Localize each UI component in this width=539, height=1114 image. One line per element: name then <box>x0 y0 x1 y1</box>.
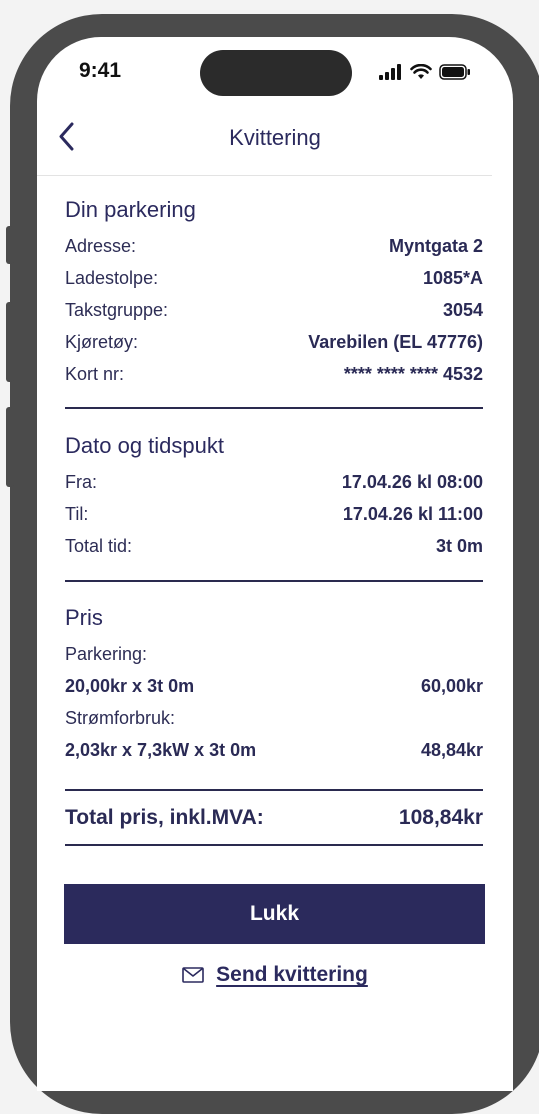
screen: 9:41 Kvittering Din parkering Adresse: M… <box>37 37 513 1091</box>
power-price-label: Strømforbruk: <box>65 708 176 728</box>
row-value: 17.04.26 kl 11:00 <box>342 504 483 524</box>
row-value: 3054 <box>442 300 483 320</box>
side-button-volume-up <box>6 302 14 382</box>
close-button[interactable]: Lukk <box>64 884 485 944</box>
row-label: Til: <box>65 504 89 524</box>
detail-row-total-time: Total tid: 3t 0m <box>65 530 483 562</box>
nav-header: Kvittering <box>37 109 513 175</box>
row-label: Adresse: <box>65 236 137 256</box>
parking-price-row: 20,00kr x 3t 0m 60,00kr <box>65 670 483 702</box>
price-section: Pris Parkering: 20,00kr x 3t 0m 60,00kr … <box>65 598 483 766</box>
row-value: 17.04.26 kl 08:00 <box>341 472 483 492</box>
detail-row-from: Fra: 17.04.26 kl 08:00 <box>65 466 483 498</box>
section-divider <box>65 580 483 582</box>
detail-row-rate-group: Takstgruppe: 3054 <box>65 294 483 326</box>
section-title: Din parkering <box>65 197 196 222</box>
row-label: Fra: <box>65 472 98 492</box>
row-value: 3t 0m <box>435 536 483 556</box>
detail-row-vehicle: Kjøretøy: Varebilen (EL 47776) <box>65 326 483 358</box>
status-time: 9:41 <box>79 59 122 82</box>
row-label: Total tid: <box>65 536 133 556</box>
total-price-label: Total pris, inkl.MVA: <box>65 806 264 829</box>
row-value: **** **** **** 4532 <box>343 364 483 384</box>
dynamic-island <box>200 50 352 96</box>
detail-row-card: Kort nr: **** **** **** 4532 <box>65 358 483 390</box>
cellular-signal-icon <box>379 64 401 80</box>
power-price-row: 2,03kr x 7,3kW x 3t 0m 48,84kr <box>65 734 483 766</box>
total-divider <box>65 844 483 846</box>
datetime-section: Dato og tidspukt Fra: 17.04.26 kl 08:00 … <box>65 426 483 562</box>
power-price-calc: 2,03kr x 7,3kW x 3t 0m <box>65 740 257 760</box>
section-title: Dato og tidspukt <box>65 433 224 458</box>
envelope-icon <box>182 967 204 983</box>
page-title: Kvittering <box>229 125 321 150</box>
row-label: Ladestolpe: <box>65 268 159 288</box>
row-label: Takstgruppe: <box>65 300 169 320</box>
parking-price-label: Parkering: <box>65 644 148 664</box>
parking-price-calc: 20,00kr x 3t 0m <box>65 676 195 696</box>
header-divider <box>37 175 492 176</box>
parking-section: Din parkering Adresse: Myntgata 2 Ladest… <box>65 190 483 390</box>
power-price-amount: 48,84kr <box>420 740 483 760</box>
section-title: Pris <box>65 605 103 630</box>
total-price-row: Total pris, inkl.MVA: 108,84kr <box>65 791 483 845</box>
row-value: Myntgata 2 <box>388 236 483 256</box>
detail-row-address: Adresse: Myntgata 2 <box>65 230 483 262</box>
battery-icon <box>439 64 470 80</box>
side-button-mute <box>6 226 14 264</box>
detail-row-charger: Ladestolpe: 1085*A <box>65 262 483 294</box>
detail-row-to: Til: 17.04.26 kl 11:00 <box>65 498 483 530</box>
section-divider <box>65 407 483 409</box>
status-icons <box>379 64 471 80</box>
row-value: 1085*A <box>422 268 483 288</box>
row-value: Varebilen (EL 47776) <box>308 332 483 352</box>
wifi-icon <box>410 64 432 79</box>
total-price-value: 108,84kr <box>398 806 483 829</box>
side-button-volume-down <box>6 407 14 487</box>
parking-price-amount: 60,00kr <box>420 676 483 696</box>
send-receipt-link[interactable]: Send kvittering <box>37 963 513 987</box>
row-label: Kort nr: <box>65 364 125 384</box>
send-receipt-label: Send kvittering <box>216 963 368 986</box>
row-label: Kjøretøy: <box>65 332 139 352</box>
